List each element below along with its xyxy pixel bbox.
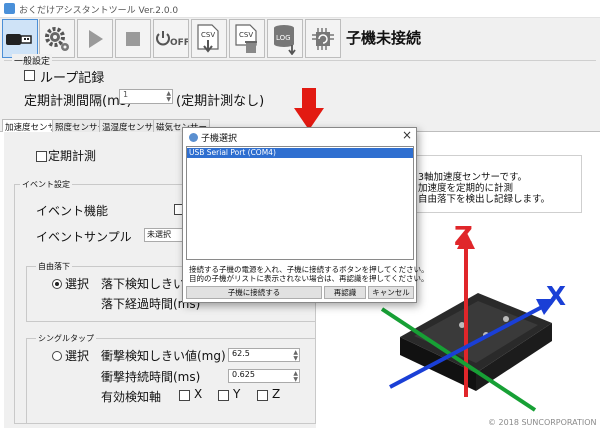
log-download-button[interactable]: LOG bbox=[267, 19, 303, 58]
csv-delete-label: CSV bbox=[239, 31, 253, 39]
interval-value: 1 bbox=[123, 90, 129, 99]
periodic-measure-checkbox[interactable] bbox=[36, 151, 47, 162]
log-label: LOG bbox=[276, 34, 291, 42]
dialog-message-line-2: 目的の子機がリストに表示されない場合は、再認識を押してください。 bbox=[189, 274, 429, 283]
shock-duration-spinner[interactable]: 0.625 ▲ ▼ bbox=[228, 369, 300, 383]
axis-y-label: Y bbox=[233, 387, 241, 401]
general-settings-legend: 一般設定 bbox=[12, 54, 53, 67]
firmware-button[interactable] bbox=[305, 19, 341, 58]
red-down-arrow bbox=[294, 88, 324, 130]
app-icon bbox=[4, 3, 15, 14]
gear-icon bbox=[45, 26, 69, 51]
z-axis-label: Z bbox=[454, 222, 473, 252]
interval-spinner[interactable]: 1 ▲ ▼ bbox=[119, 89, 173, 104]
single-tap-radio[interactable] bbox=[52, 351, 62, 361]
settings-button[interactable] bbox=[39, 19, 75, 58]
device-list-item[interactable]: USB Serial Port (COM4) bbox=[187, 148, 413, 158]
power-off-button[interactable]: OFF bbox=[153, 19, 189, 58]
shock-duration-label: 衝撃持続時間(ms) bbox=[101, 370, 201, 384]
x-axis-label: X bbox=[546, 282, 566, 312]
cancel-button[interactable]: キャンセル bbox=[368, 286, 414, 299]
spinner-arrows-icon[interactable]: ▲ ▼ bbox=[293, 371, 298, 383]
periodic-measure-label: 定期計測 bbox=[48, 149, 97, 163]
spinner-arrows-icon[interactable]: ▲ ▼ bbox=[293, 350, 298, 362]
dialog-title: 子機選択 bbox=[201, 134, 238, 144]
axis-y-checkbox[interactable] bbox=[218, 390, 229, 401]
event-function-label: イベント機能 bbox=[36, 204, 109, 218]
valid-axis-label: 有効検知軸 bbox=[101, 390, 162, 404]
shock-threshold-label: 衝撃検知しきい値(mg) bbox=[101, 349, 226, 363]
csv-trash-icon: CSV bbox=[235, 23, 257, 53]
play-icon bbox=[89, 29, 103, 48]
interval-label: 定期計測間隔(ms) bbox=[24, 94, 132, 109]
free-fall-radio[interactable] bbox=[52, 279, 62, 289]
axis-x-checkbox[interactable] bbox=[179, 390, 190, 401]
csv-download-label: CSV bbox=[201, 31, 215, 39]
stop-button[interactable] bbox=[115, 19, 151, 58]
free-fall-legend: 自由落下 bbox=[36, 261, 72, 272]
copyright-text: © 2018 SUNCORPORATION bbox=[488, 418, 597, 427]
stop-icon bbox=[126, 31, 140, 46]
rescan-button[interactable]: 再認識 bbox=[324, 286, 366, 299]
connect-device-button[interactable]: 子機に接続する bbox=[186, 286, 322, 299]
log-database-icon: LOG bbox=[274, 24, 296, 55]
usb-plug-icon bbox=[6, 33, 32, 45]
loop-record-label: ループ記録 bbox=[40, 71, 105, 86]
connect-button[interactable] bbox=[2, 19, 38, 58]
csv-delete-button[interactable]: CSV bbox=[229, 19, 265, 58]
single-tap-select-label: 選択 bbox=[65, 349, 90, 363]
axis-z-label: Z bbox=[272, 387, 281, 401]
window-title: おくだけアシスタントツール Ver.2.0.0 bbox=[19, 6, 179, 16]
shock-duration-value: 0.625 bbox=[232, 370, 255, 379]
event-settings-legend: イベント設定 bbox=[20, 179, 72, 190]
shock-threshold-spinner[interactable]: 62.5 ▲ ▼ bbox=[228, 348, 300, 362]
start-button[interactable] bbox=[77, 19, 113, 58]
axis-z-checkbox[interactable] bbox=[257, 390, 268, 401]
loop-record-checkbox[interactable] bbox=[24, 70, 35, 81]
shock-threshold-value: 62.5 bbox=[232, 349, 250, 358]
connection-status: 子機未接続 bbox=[346, 29, 422, 47]
csv-download-button[interactable]: CSV bbox=[191, 19, 227, 58]
dialog-app-icon bbox=[189, 133, 198, 142]
csv-download-icon: CSV bbox=[197, 23, 219, 53]
free-fall-select-label: 選択 bbox=[65, 277, 90, 291]
axis-x-label: X bbox=[194, 387, 203, 401]
interval-note: (定期計測なし) bbox=[176, 94, 265, 109]
power-off-icon: OFF bbox=[156, 30, 188, 48]
chip-refresh-icon bbox=[312, 27, 334, 50]
event-sample-label: イベントサンプル bbox=[36, 230, 132, 244]
device-list[interactable] bbox=[186, 146, 414, 260]
single-tap-legend: シングルタップ bbox=[36, 333, 96, 344]
dialog-close-icon[interactable]: × bbox=[402, 128, 412, 142]
description-line-3: 自由落下を検出し記録します。 bbox=[418, 194, 551, 205]
spinner-arrows-icon[interactable]: ▲ ▼ bbox=[166, 91, 171, 103]
power-off-label: OFF bbox=[170, 38, 188, 48]
